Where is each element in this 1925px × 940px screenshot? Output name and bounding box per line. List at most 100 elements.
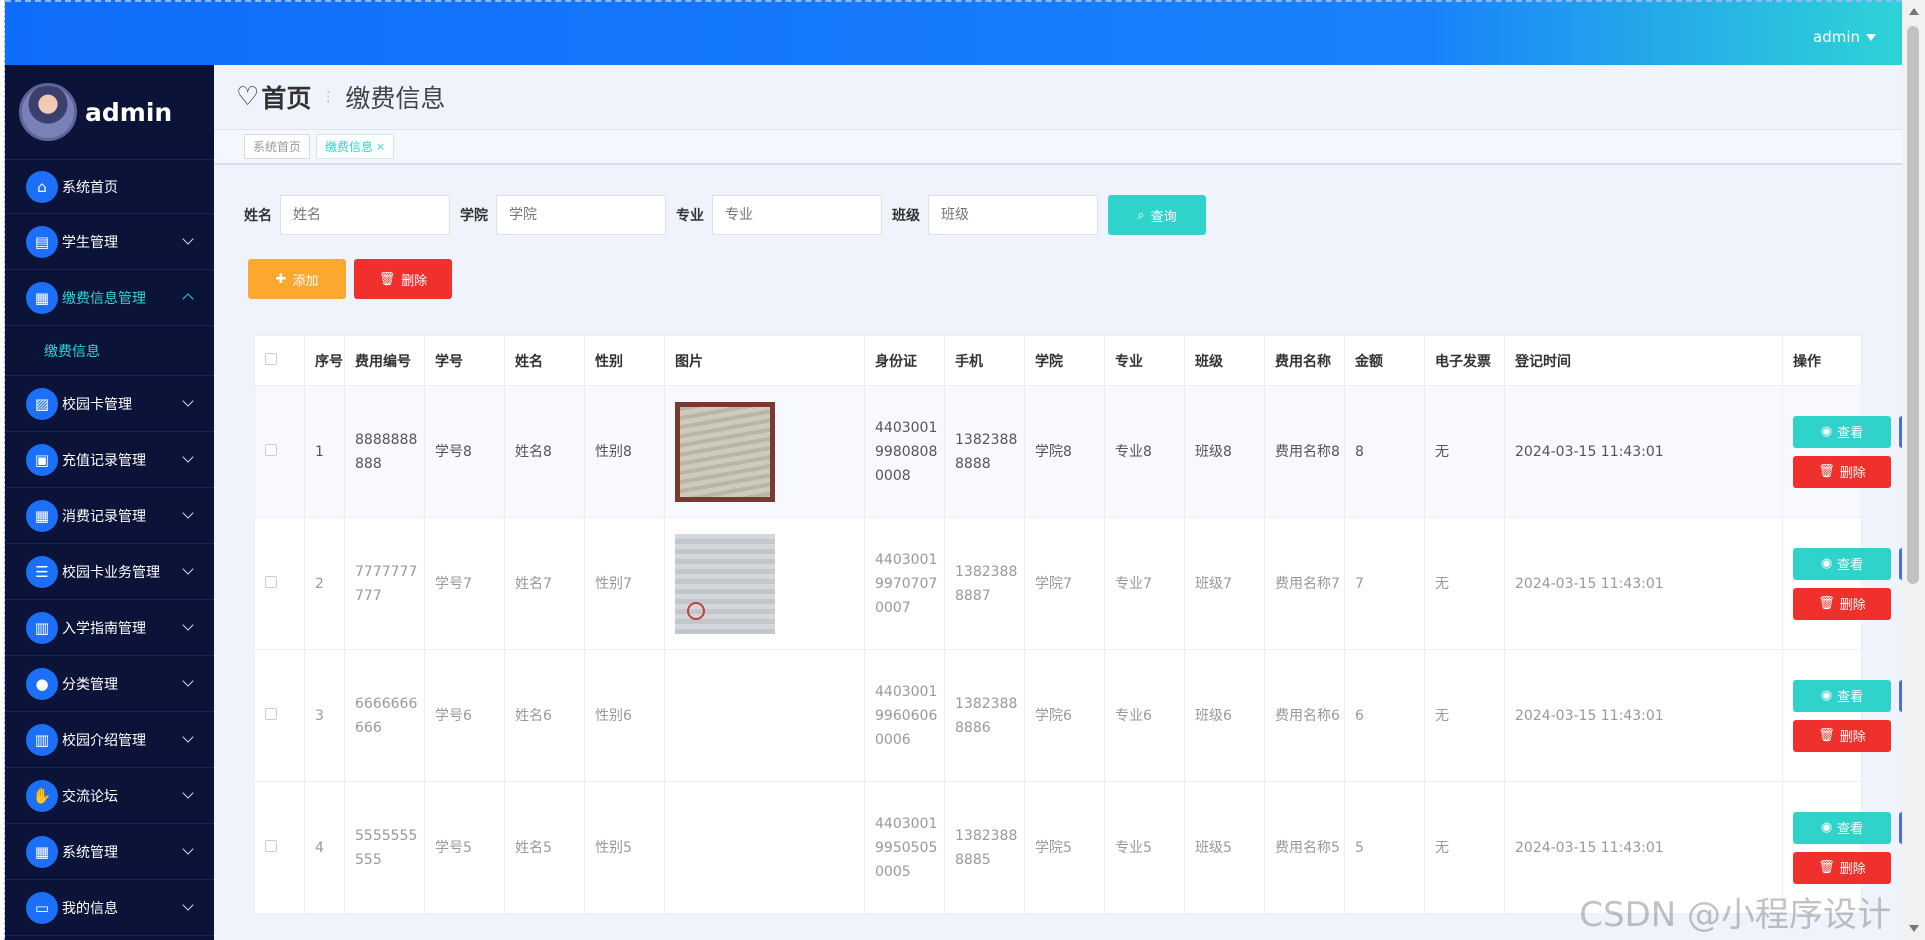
cell-phone: 13823888887	[944, 517, 1025, 650]
cell-name: 姓名6	[504, 649, 585, 782]
sidebar-item-9[interactable]: ▥ 校园介绍管理	[5, 712, 214, 768]
cell-image	[664, 649, 865, 782]
class-input[interactable]	[928, 195, 1098, 235]
scrollbar-thumb[interactable]	[1907, 26, 1919, 584]
scrollbar[interactable]	[1902, 0, 1925, 940]
bulk-delete-button[interactable]: 🗑 删除	[354, 259, 452, 299]
tab-payment-info[interactable]: 缴费信息 ×	[316, 134, 395, 159]
scroll-up-icon[interactable]	[1909, 8, 1919, 15]
sidebar-item-6[interactable]: ☰ 校园卡业务管理	[5, 544, 214, 600]
sidebar-item-label: 校园卡管理	[62, 396, 132, 413]
user-menu[interactable]: admin	[1813, 28, 1876, 46]
receipt-image[interactable]	[675, 533, 775, 634]
sidebar-item-4[interactable]: ▣ 充值记录管理	[5, 432, 214, 488]
close-icon[interactable]: ×	[376, 140, 385, 153]
bulk-delete-label: 删除	[401, 273, 428, 289]
cell-class: 班级8	[1184, 385, 1265, 518]
column-header: 身份证	[864, 335, 945, 386]
chevron-icon	[182, 507, 194, 519]
cell-college: 学院5	[1024, 781, 1105, 914]
heart-icon: ♡	[236, 82, 260, 112]
chevron-icon	[182, 233, 194, 245]
sidebar-item-3[interactable]: ▨ 校园卡管理	[5, 376, 214, 432]
profile: admin	[5, 65, 214, 160]
row-select[interactable]	[254, 385, 305, 518]
row-checkbox[interactable]	[265, 575, 277, 588]
college-label: 学院	[460, 208, 488, 224]
tab-home-label: 系统首页	[253, 140, 302, 154]
delete-button[interactable]: 🗑 删除	[1793, 455, 1891, 488]
eye-icon: ◉	[1820, 556, 1833, 571]
chevron-icon	[182, 843, 194, 855]
sidebar-item-label: 校园卡业务管理	[62, 564, 160, 581]
cell-amount: 7	[1344, 517, 1425, 650]
cell-amount: 5	[1344, 781, 1425, 914]
cell-time: 2024-03-15 11:43:01	[1504, 517, 1783, 650]
plus-icon: ✚	[275, 271, 287, 287]
sidebar-item-label: 系统首页	[62, 179, 118, 196]
sidebar-item-12[interactable]: ▭ 我的信息	[5, 880, 214, 936]
chevron-icon	[182, 395, 194, 407]
row-checkbox[interactable]	[265, 443, 277, 456]
cell-phone: 13823888886	[944, 649, 1025, 782]
column-header: 操作	[1782, 335, 1862, 386]
cell-class: 班级5	[1184, 781, 1265, 914]
delete-label: 删除	[1839, 862, 1866, 877]
scroll-down-icon[interactable]	[1909, 925, 1919, 932]
column-header: 登记时间	[1504, 335, 1783, 386]
building-icon: ▥	[26, 723, 58, 756]
cell-name: 姓名8	[504, 385, 585, 518]
delete-button[interactable]: 🗑 删除	[1793, 719, 1891, 752]
query-button[interactable]: ⌕ 查询	[1108, 195, 1206, 235]
trash-icon: 🗑	[378, 271, 396, 287]
major-input[interactable]	[712, 195, 882, 235]
submenu-item-payment-info[interactable]: 缴费信息	[5, 326, 214, 376]
chevron-icon	[182, 731, 194, 743]
sidebar-item-10[interactable]: ✋ 交流论坛	[5, 768, 214, 824]
view-button[interactable]: ◉ 查看	[1793, 415, 1891, 448]
view-button[interactable]: ◉ 查看	[1793, 547, 1891, 580]
delete-label: 删除	[1839, 466, 1866, 481]
view-button[interactable]: ◉ 查看	[1793, 811, 1891, 844]
sidebar-item-0[interactable]: ⌂ 系统首页	[5, 160, 214, 214]
college-input[interactable]	[496, 195, 666, 235]
sidebar-item-11[interactable]: ▦ 系统管理	[5, 824, 214, 880]
view-button[interactable]: ◉ 查看	[1793, 679, 1891, 712]
delete-button[interactable]: 🗑 删除	[1793, 851, 1891, 884]
delete-label: 删除	[1839, 598, 1866, 613]
select-all-checkbox[interactable]	[265, 352, 277, 365]
cell-college: 学院8	[1024, 385, 1105, 518]
sidebar-item-7[interactable]: ▥ 入学指南管理	[5, 600, 214, 656]
eye-icon: ◉	[1820, 820, 1833, 835]
wallet-icon: ▭	[26, 891, 58, 924]
sidebar-item-5[interactable]: ▦ 消费记录管理	[5, 488, 214, 544]
table-row: 1 8888888888 学号8 姓名8 性别8 440300199808080008 13…	[254, 385, 1925, 518]
tab-home[interactable]: 系统首页	[244, 134, 311, 159]
row-checkbox[interactable]	[265, 707, 277, 720]
sidebar-item-1[interactable]: ▤ 学生管理	[5, 214, 214, 270]
cell-operations: ◉查看✎修改🗑删除	[1782, 385, 1925, 518]
cell-student-no: 学号8	[424, 385, 505, 518]
cell-image	[664, 781, 865, 914]
header-select-all[interactable]	[254, 335, 305, 386]
name-input[interactable]	[280, 195, 450, 235]
cell-major: 专业6	[1104, 649, 1185, 782]
row-select[interactable]	[254, 649, 305, 782]
trash-icon: 🗑	[1818, 728, 1835, 743]
add-button[interactable]: ✚ 添加	[248, 259, 346, 299]
sidebar-item-label: 我的信息	[62, 900, 118, 917]
breadcrumb-home[interactable]: 首页	[261, 79, 311, 115]
add-button-label: 添加	[292, 273, 319, 289]
cell-major: 专业8	[1104, 385, 1185, 518]
cell-id-card: 440300199707070007	[864, 517, 945, 650]
cell-student-no: 学号7	[424, 517, 505, 650]
row-select[interactable]	[254, 781, 305, 914]
row-checkbox[interactable]	[265, 839, 277, 852]
delete-button[interactable]: 🗑 删除	[1793, 587, 1891, 620]
sidebar-item-8[interactable]: ● 分类管理	[5, 656, 214, 712]
sidebar-item-2[interactable]: ▦ 缴费信息管理	[5, 270, 214, 326]
cell-fee-no: 6666666666	[344, 649, 425, 782]
receipt-image[interactable]	[675, 401, 775, 502]
chart-icon: ▨	[26, 387, 58, 420]
row-select[interactable]	[254, 517, 305, 650]
